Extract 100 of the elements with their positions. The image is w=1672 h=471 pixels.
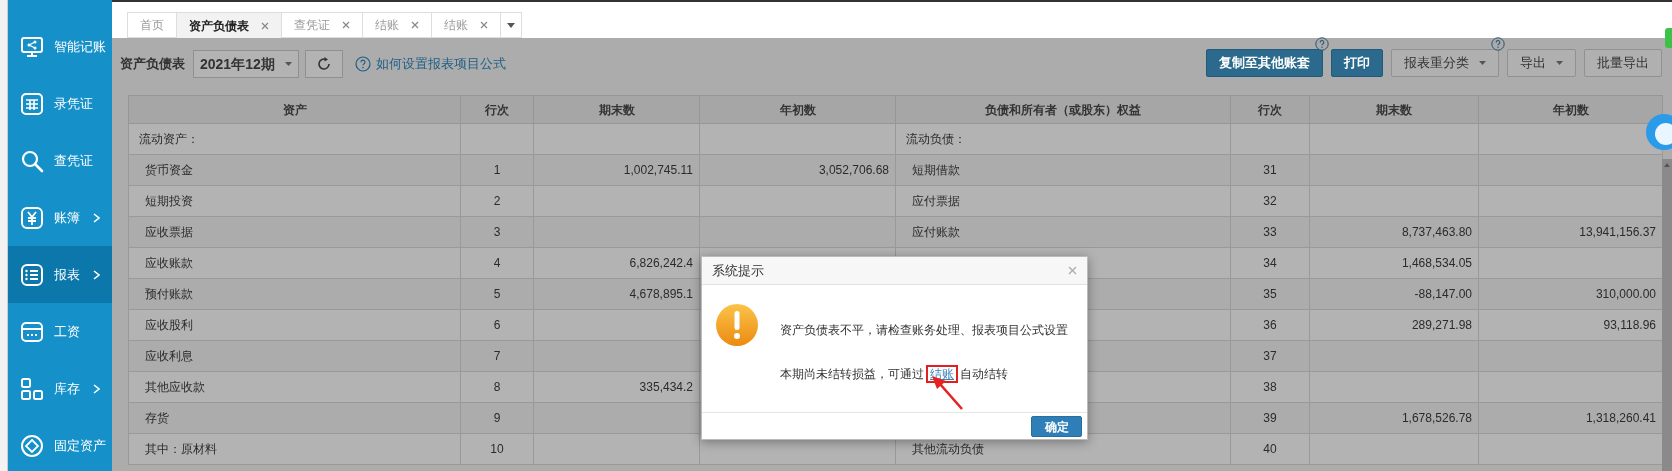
dialog-message: 资产负债表不平，请检查账务处理、报表项目公式设置 [780, 322, 1068, 339]
sidebar-item[interactable]: 报表 [8, 246, 112, 303]
dialog-title: 系统提示 [712, 261, 764, 280]
caret-down-icon [1556, 61, 1563, 65]
table-cell: 1 [493, 163, 501, 177]
grid-icon [20, 376, 44, 401]
tab-menu-button[interactable] [500, 12, 522, 38]
table-cell: 8 [493, 380, 501, 394]
close-icon[interactable] [261, 21, 269, 30]
table-cell: 6,826,242.4 [629, 256, 693, 270]
table-cell: 流动资产： [139, 132, 199, 146]
table-cell: 4 [493, 256, 501, 270]
table-cell: 10 [490, 442, 504, 456]
table-cell: 6 [493, 318, 501, 332]
table-cell: 1,678,526.78 [1401, 411, 1472, 425]
help-icon[interactable] [354, 56, 371, 72]
column-header: 期末数 [533, 95, 700, 124]
caret-down-icon [507, 22, 515, 28]
column-header: 期末数 [1309, 95, 1479, 124]
table-cell: 其他应收款 [145, 380, 205, 394]
table-cell: 35 [1263, 287, 1277, 301]
chevron-right-icon [93, 383, 100, 394]
table-cell: 流动负债： [906, 132, 966, 146]
table-cell: 货币资金 [145, 163, 193, 177]
table-cell: 8,737,463.80 [1401, 225, 1472, 239]
table-cell: 2 [493, 194, 501, 208]
scroll-up-icon[interactable] [1664, 163, 1670, 167]
column-header: 行次 [1230, 95, 1310, 124]
table-cell: 存货 [145, 411, 169, 425]
table-cell: 36 [1263, 318, 1277, 332]
toolbar-button[interactable]: 复制至其他账套 [1206, 49, 1323, 77]
table-cell: 其中：原材料 [145, 442, 217, 456]
table-cell: 应收账款 [145, 256, 193, 270]
toolbar-button[interactable]: 批量导出 [1584, 49, 1662, 77]
table-cell: 5 [493, 287, 501, 301]
table-cell: 33 [1263, 225, 1277, 239]
table-cell: 32 [1263, 194, 1277, 208]
column-header: 负债和所有者（或股东）权益 [895, 95, 1231, 124]
yen-icon [20, 205, 44, 230]
ok-button[interactable]: 确定 [1031, 416, 1082, 437]
calendar-icon [20, 319, 44, 344]
table-cell: 40 [1263, 442, 1277, 456]
table-cell: 1,468,534.05 [1401, 256, 1472, 270]
table-cell: 310,000.00 [1595, 287, 1656, 301]
table-cell: 289,271.98 [1411, 318, 1472, 332]
page-title: 资产负债表 [120, 55, 185, 73]
refresh-button[interactable] [304, 50, 343, 78]
tab[interactable]: 结账 [362, 12, 432, 38]
scrollbar[interactable] [1662, 159, 1672, 471]
table-cell: 34 [1263, 256, 1277, 270]
close-icon[interactable] [1068, 266, 1077, 275]
table-cell: 7 [493, 349, 501, 363]
table-cell: 3,052,706.68 [818, 163, 889, 177]
table-cell: 应付票据 [912, 194, 960, 208]
chevron-right-icon [93, 269, 100, 280]
table-cell: 应收利息 [145, 349, 193, 363]
table-cell: 应收票据 [145, 225, 193, 239]
close-icon[interactable] [342, 21, 350, 29]
toolbar-button[interactable]: 报表重分类 [1391, 49, 1499, 77]
table-cell: 335,434.2 [639, 380, 693, 394]
table-cell: 短期投资 [145, 194, 193, 208]
table-cell: -88,147.00 [1414, 287, 1472, 301]
table-cell: 3 [493, 225, 501, 239]
table-cell: 1,002,745.11 [623, 163, 693, 177]
close-icon[interactable] [411, 21, 419, 29]
table-cell: 93,118.96 [1603, 318, 1656, 332]
help-link[interactable]: 如何设置报表项目公式 [375, 49, 506, 79]
column-header: 行次 [460, 95, 534, 124]
table-cell: 短期借款 [912, 163, 960, 177]
table-cell: 其他流动负债 [912, 442, 984, 456]
table-cell: 39 [1263, 411, 1277, 425]
caret-down-icon [284, 62, 292, 66]
close-icon[interactable] [480, 21, 488, 29]
toolbar-button[interactable]: 导出 [1507, 49, 1576, 77]
column-header: 资产 [128, 95, 461, 124]
table-cell: 9 [493, 411, 501, 425]
chevron-right-icon [93, 212, 100, 223]
search-icon [20, 148, 44, 173]
table-cell: 13,941,156.37 [1579, 225, 1656, 239]
caret-down-icon [1479, 61, 1486, 65]
table-cell: 应收股利 [145, 318, 193, 332]
help-icon[interactable] [1491, 37, 1505, 51]
help-icon[interactable] [1315, 37, 1329, 51]
column-header: 年初数 [699, 95, 896, 124]
period-select[interactable]: 2021年12期 [193, 50, 299, 78]
tab[interactable]: 查凭证 [281, 12, 363, 38]
tab[interactable]: 结账 [431, 12, 501, 38]
table-cell: 38 [1263, 380, 1277, 394]
table-cell: 应付账款 [912, 225, 960, 239]
table-cell: 4,678,895.1 [629, 287, 693, 301]
table-cell: 预付账款 [145, 287, 193, 301]
warning-icon [715, 303, 759, 347]
monitor-icon [20, 34, 44, 59]
tab[interactable]: 资产负债表 [176, 12, 282, 38]
table-cell: 1,318,260.41 [1585, 411, 1656, 425]
table-cell: 31 [1263, 163, 1277, 177]
table-cell: 37 [1263, 349, 1277, 363]
toolbar-button[interactable]: 打印 [1331, 49, 1383, 77]
tab[interactable]: 首页 [127, 12, 177, 38]
refresh-icon [315, 56, 332, 72]
